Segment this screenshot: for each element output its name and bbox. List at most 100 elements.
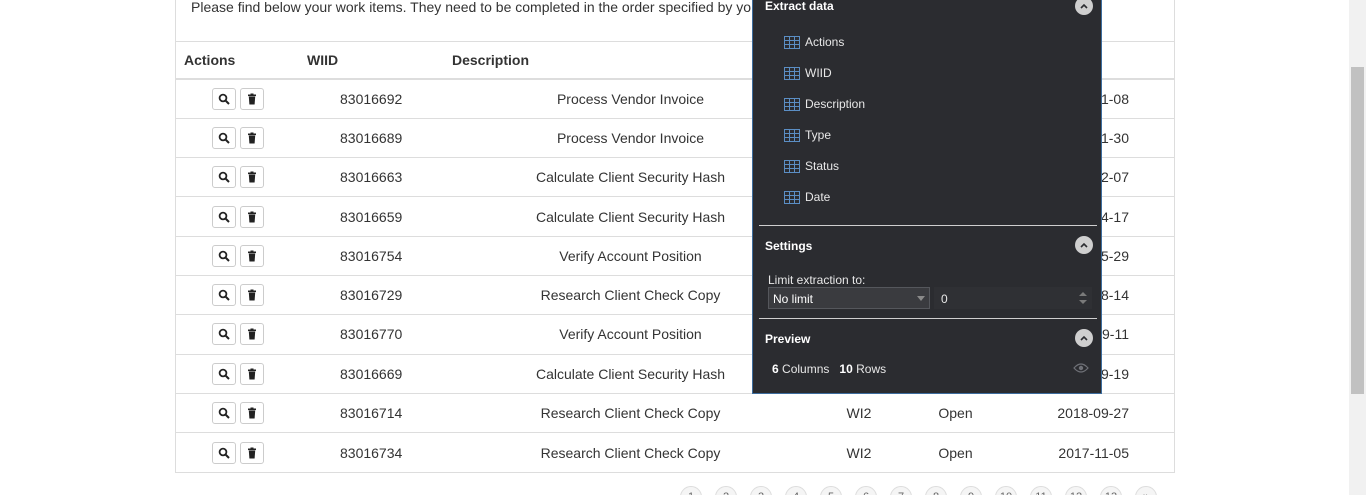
delete-button[interactable]	[240, 441, 264, 464]
page-button[interactable]: 7	[890, 486, 912, 495]
spin-down-icon[interactable]	[1079, 300, 1087, 304]
extract-column-item[interactable]: Status	[784, 159, 839, 173]
pagination: 12345678910111213»	[680, 486, 1157, 495]
page-button[interactable]: 11	[1030, 486, 1052, 495]
delete-button[interactable]	[240, 402, 264, 425]
spin-up-icon[interactable]	[1079, 292, 1087, 296]
eye-icon[interactable]	[1073, 362, 1089, 374]
delete-button[interactable]	[240, 244, 264, 267]
extract-column-item[interactable]: Actions	[784, 35, 844, 49]
view-button[interactable]	[212, 166, 236, 189]
scrollbar-thumb[interactable]	[1351, 67, 1364, 394]
limit-number-input[interactable]: 0	[934, 287, 1092, 309]
preview-columns-label: Columns	[782, 362, 830, 376]
page-button[interactable]: 9	[960, 486, 982, 495]
extract-column-label: Type	[805, 128, 832, 142]
delete-button[interactable]	[240, 166, 264, 189]
page-button[interactable]: 2	[715, 486, 737, 495]
row-actions-cell	[176, 79, 307, 118]
delete-button[interactable]	[240, 284, 264, 307]
page-button[interactable]: »	[1135, 486, 1157, 495]
vertical-scrollbar[interactable]	[1349, 0, 1366, 495]
chevron-down-icon	[917, 296, 925, 301]
row-wiid: 83016669	[307, 353, 452, 394]
table-column-icon	[784, 35, 800, 49]
search-icon	[218, 447, 230, 459]
extract-column-label: Status	[805, 159, 840, 173]
page-button[interactable]: 6	[855, 486, 877, 495]
page-button[interactable]: 8	[925, 486, 947, 495]
header-actions[interactable]: Actions	[176, 42, 307, 80]
chevron-up-icon	[1080, 242, 1088, 248]
delete-button[interactable]	[240, 126, 264, 149]
preview-title: Preview	[765, 332, 811, 346]
delete-button[interactable]	[240, 323, 264, 346]
page-button[interactable]: 10	[995, 486, 1017, 495]
view-button[interactable]	[212, 87, 236, 110]
extract-column-item[interactable]: Description	[784, 97, 865, 111]
trash-icon	[248, 211, 256, 223]
limit-extraction-label: Limit extraction to:	[768, 273, 866, 287]
settings-title: Settings	[765, 239, 813, 253]
view-button[interactable]	[212, 205, 236, 228]
view-button[interactable]	[212, 244, 236, 267]
view-button[interactable]	[212, 284, 236, 307]
row-wiid: 83016734	[307, 432, 452, 472]
delete-button[interactable]	[240, 362, 264, 385]
row-actions-cell	[176, 157, 307, 197]
limit-select[interactable]: No limit	[768, 287, 930, 309]
search-icon	[218, 289, 230, 301]
page-button[interactable]: 4	[785, 486, 807, 495]
trash-icon	[248, 132, 256, 144]
table-column-icon	[784, 190, 800, 204]
search-icon	[218, 93, 230, 105]
section-divider	[759, 225, 1097, 226]
row-wiid: 83016729	[307, 274, 452, 315]
view-button[interactable]	[212, 402, 236, 425]
row-actions-cell	[176, 314, 307, 355]
limit-number-value: 0	[941, 292, 948, 306]
search-icon	[218, 171, 230, 183]
trash-icon	[248, 368, 256, 380]
trash-icon	[248, 171, 256, 183]
search-icon	[218, 329, 230, 341]
collapse-extract-button[interactable]	[1075, 0, 1093, 15]
row-wiid: 83016714	[307, 392, 452, 433]
row-wiid: 83016689	[307, 117, 452, 158]
row-type: WI2	[809, 392, 909, 433]
row-wiid: 83016754	[307, 235, 452, 276]
preview-columns-count: 6	[772, 362, 779, 376]
page-button[interactable]: 5	[820, 486, 842, 495]
delete-button[interactable]	[240, 205, 264, 228]
page-button[interactable]: 1	[680, 486, 702, 495]
row-wiid: 83016692	[340, 90, 403, 107]
page-button[interactable]: 12	[1065, 486, 1087, 495]
page-button[interactable]: 3	[750, 486, 772, 495]
extract-column-item[interactable]: Type	[784, 128, 831, 142]
collapse-settings-button[interactable]	[1075, 236, 1093, 254]
search-icon	[218, 250, 230, 262]
collapse-preview-button[interactable]	[1075, 329, 1093, 347]
extract-column-item[interactable]: WIID	[784, 66, 832, 80]
extract-column-item[interactable]: Date	[784, 190, 830, 204]
row-date: 2017-11-05	[1002, 432, 1174, 472]
table-column-icon	[784, 97, 800, 111]
row-actions-cell	[176, 235, 307, 276]
search-icon	[218, 368, 230, 380]
page-button[interactable]: 13	[1100, 486, 1122, 495]
trash-icon	[248, 328, 256, 340]
delete-button[interactable]	[240, 87, 264, 110]
view-button[interactable]	[212, 362, 236, 385]
row-description: Research Client Check Copy	[452, 432, 809, 472]
search-icon	[218, 132, 230, 144]
row-actions-cell	[176, 117, 307, 158]
extract-column-label: Date	[805, 190, 831, 204]
row-description: Research Client Check Copy	[452, 392, 809, 433]
table-column-icon	[784, 128, 800, 142]
view-button[interactable]	[212, 441, 236, 464]
view-button[interactable]	[212, 323, 236, 346]
search-icon	[218, 407, 230, 419]
view-button[interactable]	[212, 126, 236, 149]
preview-summary: 6 Columns 10 Rows	[772, 362, 886, 376]
header-wiid[interactable]: WIID	[307, 42, 452, 80]
